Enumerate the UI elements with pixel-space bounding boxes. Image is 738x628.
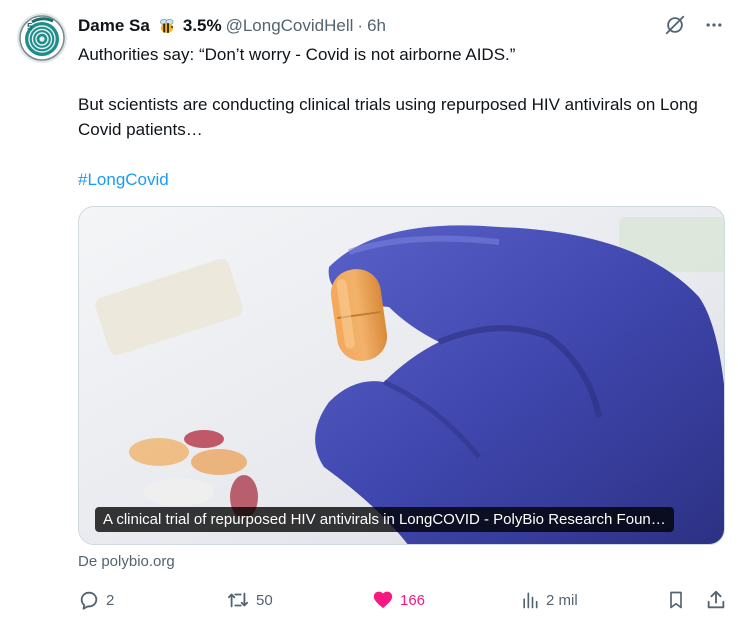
reply-icon (80, 591, 98, 610)
separator-dot: · (357, 16, 364, 35)
tweet-action-bar: 2 50 166 2 mil (78, 588, 726, 612)
share-icon (707, 590, 725, 609)
share-button[interactable] (705, 588, 727, 612)
views-count: 2 mil (546, 591, 578, 609)
retweet-count: 50 (256, 591, 273, 609)
retweet-icon (227, 592, 249, 608)
like-button[interactable]: 166 (372, 588, 425, 612)
tweet-text-line: Authorities say: “Don’t worry - Covid is… (78, 45, 516, 64)
grok-icon[interactable] (664, 14, 686, 36)
reply-button[interactable]: 2 (78, 588, 114, 612)
tweet-text: Authorities say: “Don’t worry - Covid is… (78, 42, 728, 192)
author-name-suffix: 3.5% (182, 16, 222, 35)
avatar[interactable]: 5 (17, 13, 67, 63)
more-options-icon[interactable] (704, 15, 724, 35)
bookmark-button[interactable] (666, 588, 686, 612)
author-handle[interactable]: @LongCovidHell (226, 16, 354, 36)
author-name[interactable]: Dame Sa (78, 16, 150, 36)
card-source[interactable]: De polybio.org (78, 553, 175, 570)
tweet-text-line: But scientists are conducting clinical t… (78, 95, 698, 139)
tweet-header: Dame Sa 3.5% @LongCovidHell · 6h (78, 14, 386, 38)
link-card[interactable]: A clinical trial of repurposed HIV antiv… (78, 206, 725, 545)
hashtag-link[interactable]: #LongCovid (78, 167, 728, 192)
reply-count: 2 (106, 591, 115, 609)
bee-icon (157, 16, 177, 36)
tweet-time[interactable]: 6h (367, 16, 386, 36)
avatar-logo-icon: 5 (17, 13, 67, 63)
views-chart-icon (523, 592, 538, 609)
card-image (79, 207, 724, 544)
like-count: 166 (400, 591, 426, 609)
card-title: A clinical trial of repurposed HIV antiv… (95, 507, 674, 532)
heart-filled-icon (373, 591, 393, 609)
views-button[interactable]: 2 mil (520, 588, 578, 612)
bookmark-icon (670, 591, 682, 609)
retweet-button[interactable]: 50 (226, 588, 273, 612)
svg-text:5: 5 (27, 22, 33, 33)
tweet-top-actions (664, 14, 724, 36)
